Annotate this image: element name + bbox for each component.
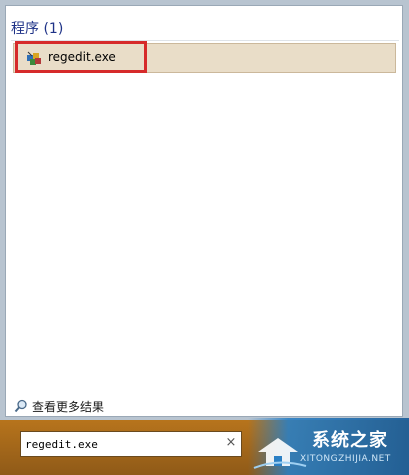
watermark-subtitle: XITONGZHIJIA.NET	[300, 454, 391, 464]
result-item-label: regedit.exe	[48, 50, 116, 64]
regedit-icon	[27, 51, 41, 65]
search-icon	[14, 399, 27, 413]
watermark-title: 系统之家	[312, 430, 388, 451]
search-input[interactable]	[25, 434, 215, 454]
section-header-programs: 程序 (1)	[11, 21, 64, 37]
see-more-results-label: 查看更多结果	[32, 399, 105, 414]
section-divider	[11, 40, 399, 41]
clear-search-button[interactable]: ×	[224, 435, 238, 451]
see-more-results-link[interactable]: 查看更多结果	[14, 397, 104, 415]
